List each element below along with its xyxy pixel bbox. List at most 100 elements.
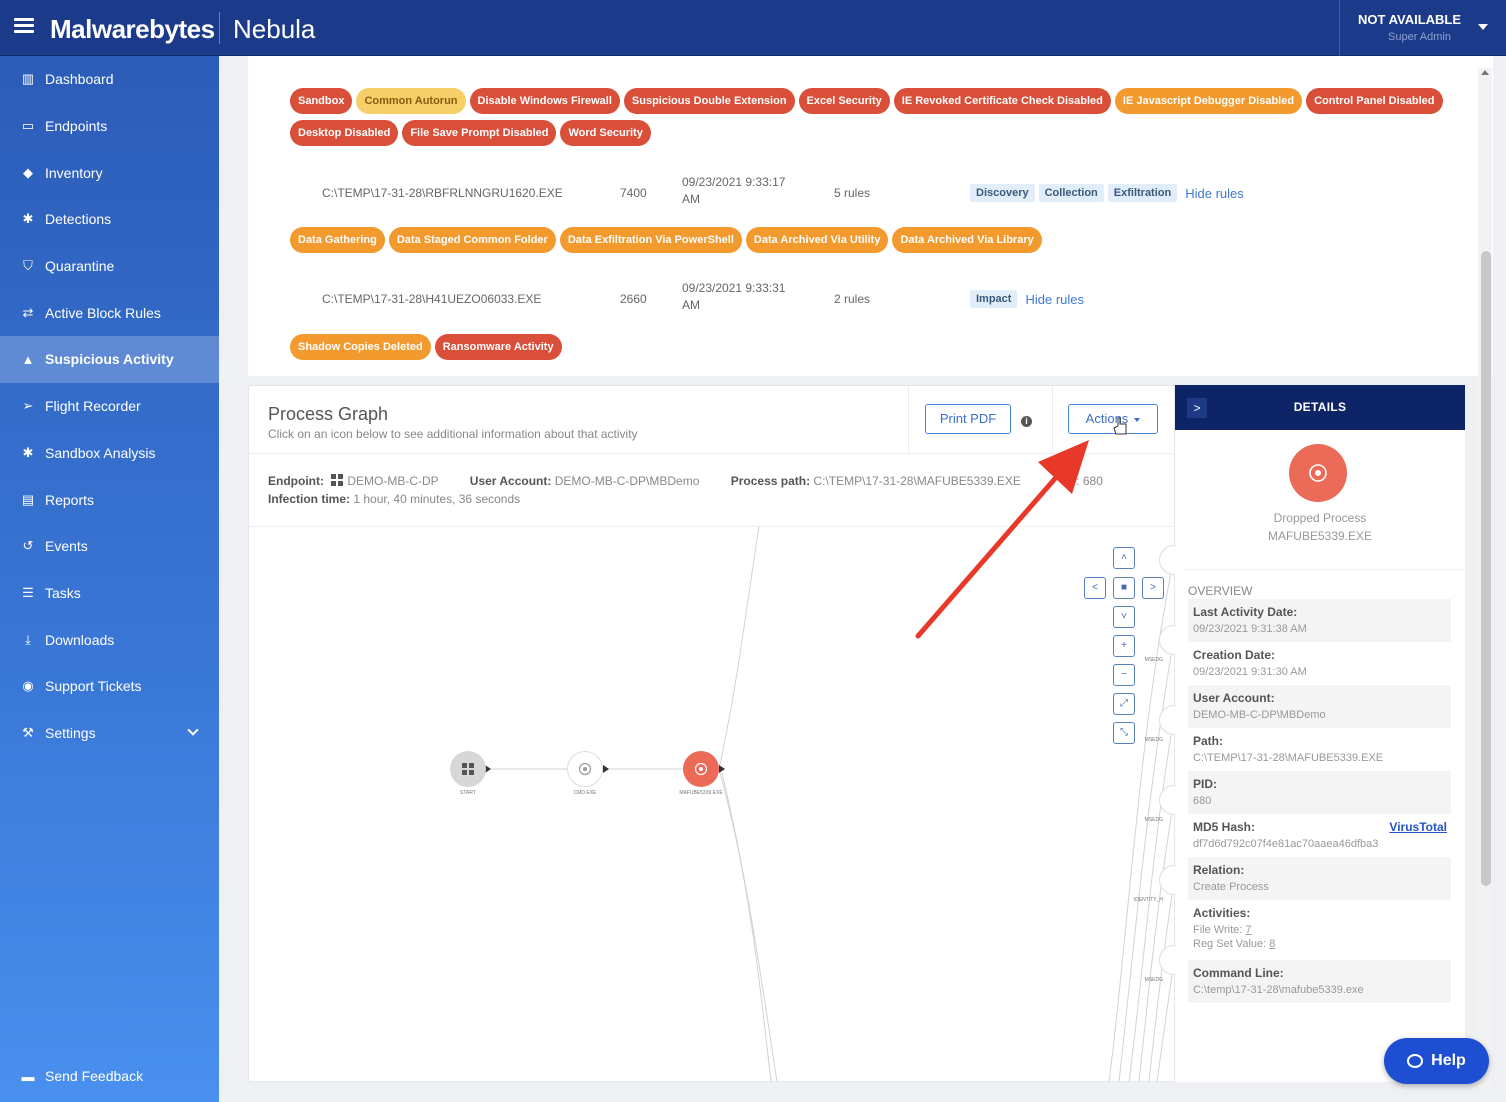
node-label: MSEDG — [1144, 657, 1163, 663]
feedback-icon: ▬ — [21, 1069, 35, 1084]
sidebar-item-reports[interactable]: ▤ Reports — [0, 476, 219, 523]
process-path-value: C:\TEMP\17-31-28\MAFUBE5339.EXE — [813, 474, 1021, 488]
process-time-suffix: AM — [682, 192, 700, 206]
list-icon: ☰ — [22, 584, 34, 600]
info-icon[interactable]: i — [1021, 416, 1032, 427]
process-pid: 7400 — [620, 186, 647, 200]
tactic-tag: Exfiltration — [1107, 184, 1178, 202]
chat-bubble-icon — [1407, 1054, 1424, 1068]
rule-tag[interactable]: Shadow Copies Deleted — [290, 334, 431, 360]
pan-left-button[interactable]: < — [1084, 577, 1106, 599]
rule-tag[interactable]: IE Revoked Certificate Check Disabled — [893, 88, 1111, 114]
mafube-process-node[interactable] — [683, 751, 719, 787]
rule-tag[interactable]: Data Archived Via Library — [892, 227, 1042, 253]
rule-tag[interactable]: Word Security — [560, 120, 651, 146]
rule-tag[interactable]: Data Archived Via Utility — [745, 227, 889, 253]
print-pdf-button[interactable]: Print PDF — [925, 404, 1011, 434]
download-icon: ⤓ — [25, 631, 31, 647]
node-label: MSEDG — [1144, 817, 1163, 823]
windows-icon — [462, 763, 474, 775]
help-button[interactable]: Help — [1384, 1038, 1489, 1084]
virustotal-link[interactable]: VirusTotal — [1389, 820, 1447, 834]
rule-tag[interactable]: Common Autorun — [356, 88, 466, 114]
rule-tag[interactable]: Data Staged Common Folder — [388, 227, 556, 253]
rule-tag[interactable]: Disable Windows Firewall — [469, 88, 620, 114]
tag-icon: ◆ — [23, 164, 33, 180]
sidebar-item-detections[interactable]: ✱ Detections — [0, 196, 219, 243]
brand-logo[interactable]: Malwarebytes — [50, 14, 215, 45]
sidebar-item-inventory[interactable]: ◆ Inventory — [0, 149, 219, 196]
rule-tag[interactable]: Sandbox — [290, 88, 353, 114]
rule-tag[interactable]: Excel Security — [798, 88, 890, 114]
scroll-up-arrow-icon[interactable] — [1481, 70, 1489, 75]
user-menu[interactable]: NOT AVAILABLE Super Admin — [1339, 0, 1506, 56]
sidebar-item-dashboard[interactable]: ▥ Dashboard — [0, 56, 219, 103]
sidebar-item-endpoints[interactable]: ▭ Endpoints — [0, 103, 219, 150]
file-write-label: File Write: — [1193, 924, 1243, 936]
scrollbar-thumb[interactable] — [1481, 251, 1491, 886]
rule-tag[interactable]: Control Panel Disabled — [1306, 88, 1443, 114]
sidebar-item-suspicious-activity[interactable]: ▲ Suspicious Activity — [0, 336, 219, 383]
file-write-count-link[interactable]: 7 — [1245, 924, 1251, 936]
reg-set-count-link[interactable]: 8 — [1269, 938, 1275, 950]
hide-rules-link[interactable]: Hide rules — [1025, 292, 1084, 307]
process-graph-title: Process Graph — [268, 404, 389, 424]
graph-canvas[interactable]: START CMD.EXE MAFUBE5339.EXE MSEDG MSEDG M… — [249, 527, 1176, 1082]
start-node[interactable] — [450, 751, 486, 787]
shrink-button[interactable]: ⤡ — [1113, 722, 1135, 744]
command-line-field: Command Line: C:\temp\17-31-28\mafube533… — [1188, 960, 1451, 1003]
node-label: MSEDG — [1144, 737, 1163, 743]
rule-tag[interactable]: IE Javascript Debugger Disabled — [1114, 88, 1303, 114]
process-path-label: Process path: — [730, 474, 811, 488]
rule-tag[interactable]: Data Gathering — [290, 227, 385, 253]
sidebar-item-label: Dashboard — [45, 71, 114, 88]
pid-partial-value: : 680 — [1076, 474, 1103, 488]
field-label: Last Activity Date: — [1193, 605, 1298, 619]
windows-icon — [331, 474, 344, 486]
user-account-label: User Account: — [469, 474, 552, 488]
process-date: 09/23/2021 9:33:31 AM — [682, 280, 785, 314]
sidebar-item-label: Sandbox Analysis — [45, 444, 156, 461]
pan-down-button[interactable]: ˅ — [1113, 606, 1135, 628]
pan-right-button[interactable]: > — [1142, 577, 1164, 599]
zoom-out-button[interactable]: − — [1113, 664, 1135, 686]
tactic-tags: Impact Hide rules — [970, 290, 1084, 308]
rule-tag[interactable]: Data Exfiltration Via PowerShell — [559, 227, 742, 253]
help-label: Help — [1431, 1052, 1466, 1069]
caret-down-icon — [1478, 24, 1488, 30]
sidebar-item-tasks[interactable]: ☰ Tasks — [0, 570, 219, 617]
rule-tag[interactable]: Desktop Disabled — [290, 120, 399, 146]
send-feedback-link[interactable]: ▬ Send Feedback — [19, 1068, 144, 1084]
zoom-in-button[interactable]: + — [1113, 635, 1135, 657]
pan-up-button[interactable]: ˄ — [1113, 547, 1135, 569]
bug-icon: ✱ — [22, 444, 34, 460]
process-rule-count: 5 rules — [834, 186, 871, 200]
sidebar-item-downloads[interactable]: ⤓ Downloads — [0, 616, 219, 663]
sidebar-item-events[interactable]: ↺ Events — [0, 523, 219, 570]
sidebar-item-label: Endpoints — [45, 118, 108, 135]
node-label: IDENTITY_H — [1133, 897, 1163, 903]
sidebar-item-active-block-rules[interactable]: ⇄ Active Block Rules — [0, 289, 219, 336]
rule-tag[interactable]: Suspicious Double Extension — [623, 88, 795, 114]
pid-field: PID: 680 — [1188, 771, 1451, 814]
hamburger-menu-icon[interactable] — [14, 18, 34, 34]
sidebar-item-sandbox-analysis[interactable]: ✱ Sandbox Analysis — [0, 430, 219, 477]
actions-dropdown-button[interactable]: Actions — [1068, 404, 1158, 434]
hide-rules-link[interactable]: Hide rules — [1185, 186, 1244, 201]
rule-tag[interactable]: File Save Prompt Disabled — [402, 120, 557, 146]
pan-center-button[interactable]: ■ — [1113, 577, 1135, 599]
process-date: 09/23/2021 9:33:17 AM — [682, 174, 785, 208]
cmd-process-node[interactable] — [567, 751, 603, 787]
header-divider — [908, 386, 909, 454]
sidebar-item-settings[interactable]: ⚒ Settings — [0, 710, 219, 757]
infection-time-value: 1 hour, 40 minutes, 36 seconds — [353, 492, 521, 506]
rule-tag[interactable]: Ransomware Activity — [434, 334, 562, 360]
process-date-line: 09/23/2021 9:33:17 — [682, 175, 786, 189]
endpoint-value[interactable]: DEMO-MB-C-DP — [347, 474, 438, 488]
document-icon: ▤ — [21, 491, 35, 507]
sidebar-item-support-tickets[interactable]: ◉ Support Tickets — [0, 663, 219, 710]
tactic-tag: Collection — [1038, 184, 1104, 202]
expand-button[interactable]: ⤢ — [1113, 693, 1135, 715]
sidebar-item-flight-recorder[interactable]: ➢ Flight Recorder — [0, 383, 219, 430]
sidebar-item-quarantine[interactable]: ⛉ Quarantine — [0, 243, 219, 290]
